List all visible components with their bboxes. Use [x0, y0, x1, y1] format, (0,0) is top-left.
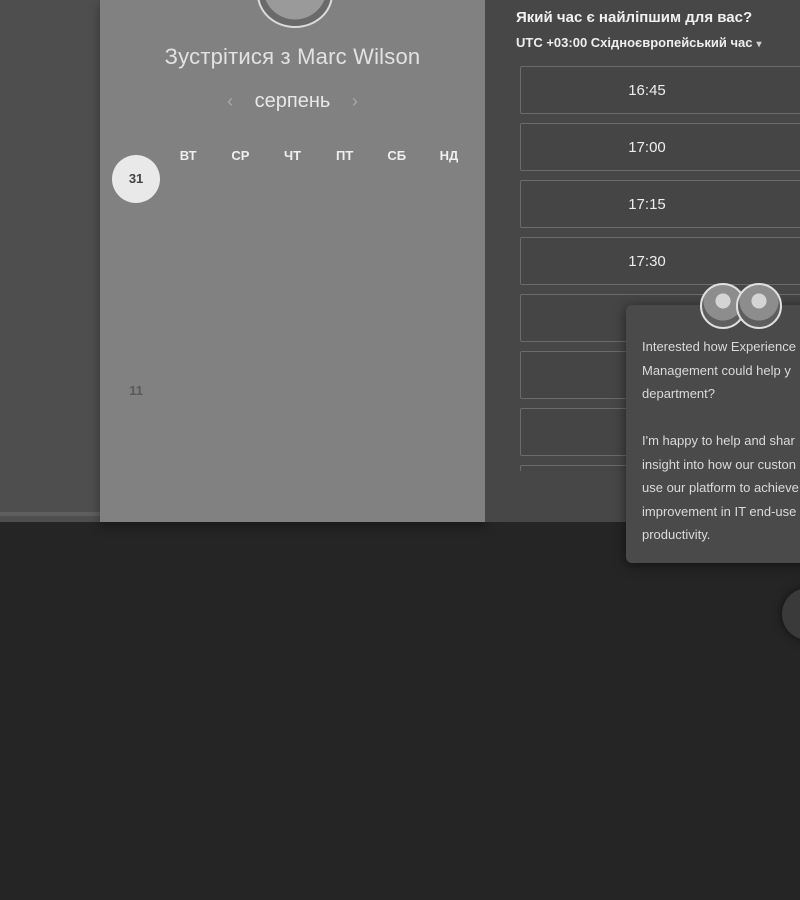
day-cell — [423, 364, 475, 417]
chat-line: productivity. — [642, 527, 711, 542]
time-slot-button[interactable]: 17:15 — [520, 180, 800, 228]
timezone-label: UTC +03:00 Східноєвропейський час — [516, 35, 753, 50]
day-cell — [214, 311, 266, 364]
day-cell — [319, 258, 371, 311]
day-cell — [371, 152, 423, 205]
day-cell — [110, 311, 162, 364]
day-cell-selected[interactable]: 31 — [110, 152, 162, 205]
month-label: серпень — [254, 90, 331, 112]
chat-avatars — [700, 283, 790, 333]
chat-line: Management could help y — [642, 362, 791, 378]
day-cell-available[interactable]: 11 — [110, 364, 162, 417]
day-cell — [266, 311, 318, 364]
chat-line: use our platform to achieve — [642, 480, 799, 495]
day-cell — [162, 258, 214, 311]
host-title: Зустрітися з Marc Wilson — [164, 44, 421, 69]
day-cell — [214, 152, 266, 205]
day-cell — [371, 205, 423, 258]
chat-launcher-button[interactable] — [782, 588, 800, 640]
day-cell — [319, 205, 371, 258]
chat-line: improvement in IT end-use — [642, 503, 797, 519]
day-cell — [266, 258, 318, 311]
left-backdrop — [0, 0, 100, 522]
time-slot-button[interactable]: 16:45 — [520, 66, 800, 114]
chat-line: Interested how Experience — [642, 339, 796, 354]
chat-popup[interactable]: Interested how Experience Management cou… — [626, 305, 800, 563]
day-cell — [371, 258, 423, 311]
day-cell — [266, 152, 318, 205]
next-month-icon[interactable]: › — [336, 91, 374, 112]
time-slot-button[interactable]: 17:30 — [520, 237, 800, 285]
chat-line: insight into how our custon — [642, 456, 796, 472]
day-cell — [423, 311, 475, 364]
day-cell — [319, 152, 371, 205]
prev-month-icon[interactable]: ‹ — [211, 91, 249, 112]
calendar-grid: 31 11 — [110, 152, 475, 417]
selected-day-number: 31 — [112, 154, 161, 203]
day-cell — [214, 258, 266, 311]
day-cell — [162, 152, 214, 205]
timezone-selector[interactable]: UTC +03:00 Східноєвропейський час ▾ — [516, 35, 762, 50]
agent-avatar — [736, 283, 782, 329]
chat-message: Interested how Experience Management cou… — [642, 335, 800, 547]
day-cell — [266, 205, 318, 258]
day-cell — [162, 311, 214, 364]
month-navigation: ‹ серпень › — [100, 90, 485, 113]
day-cell — [214, 364, 266, 417]
chat-paragraph: I'm happy to help and shar insight into … — [642, 429, 800, 547]
day-cell — [266, 364, 318, 417]
day-cell — [110, 258, 162, 311]
chat-line: department? — [642, 386, 715, 401]
day-cell — [214, 205, 266, 258]
time-slot-button[interactable]: 17:00 — [520, 123, 800, 171]
day-cell — [423, 152, 475, 205]
day-cell — [371, 311, 423, 364]
calendar-panel: Зустрітися з Marc Wilson ‹ серпень › ПН … — [100, 0, 485, 522]
chat-line: I'm happy to help and shar — [642, 433, 795, 448]
day-cell — [423, 258, 475, 311]
day-cell — [110, 205, 162, 258]
day-cell — [319, 364, 371, 417]
day-cell — [319, 311, 371, 364]
day-cell — [162, 364, 214, 417]
time-question: Який час є найліпшим для вас? — [516, 9, 753, 26]
chat-paragraph: Interested how Experience Management cou… — [642, 335, 800, 406]
day-cell — [371, 364, 423, 417]
day-cell — [162, 205, 214, 258]
day-cell — [423, 205, 475, 258]
caret-down-icon: ▾ — [756, 39, 762, 50]
host-avatar — [257, 0, 333, 28]
